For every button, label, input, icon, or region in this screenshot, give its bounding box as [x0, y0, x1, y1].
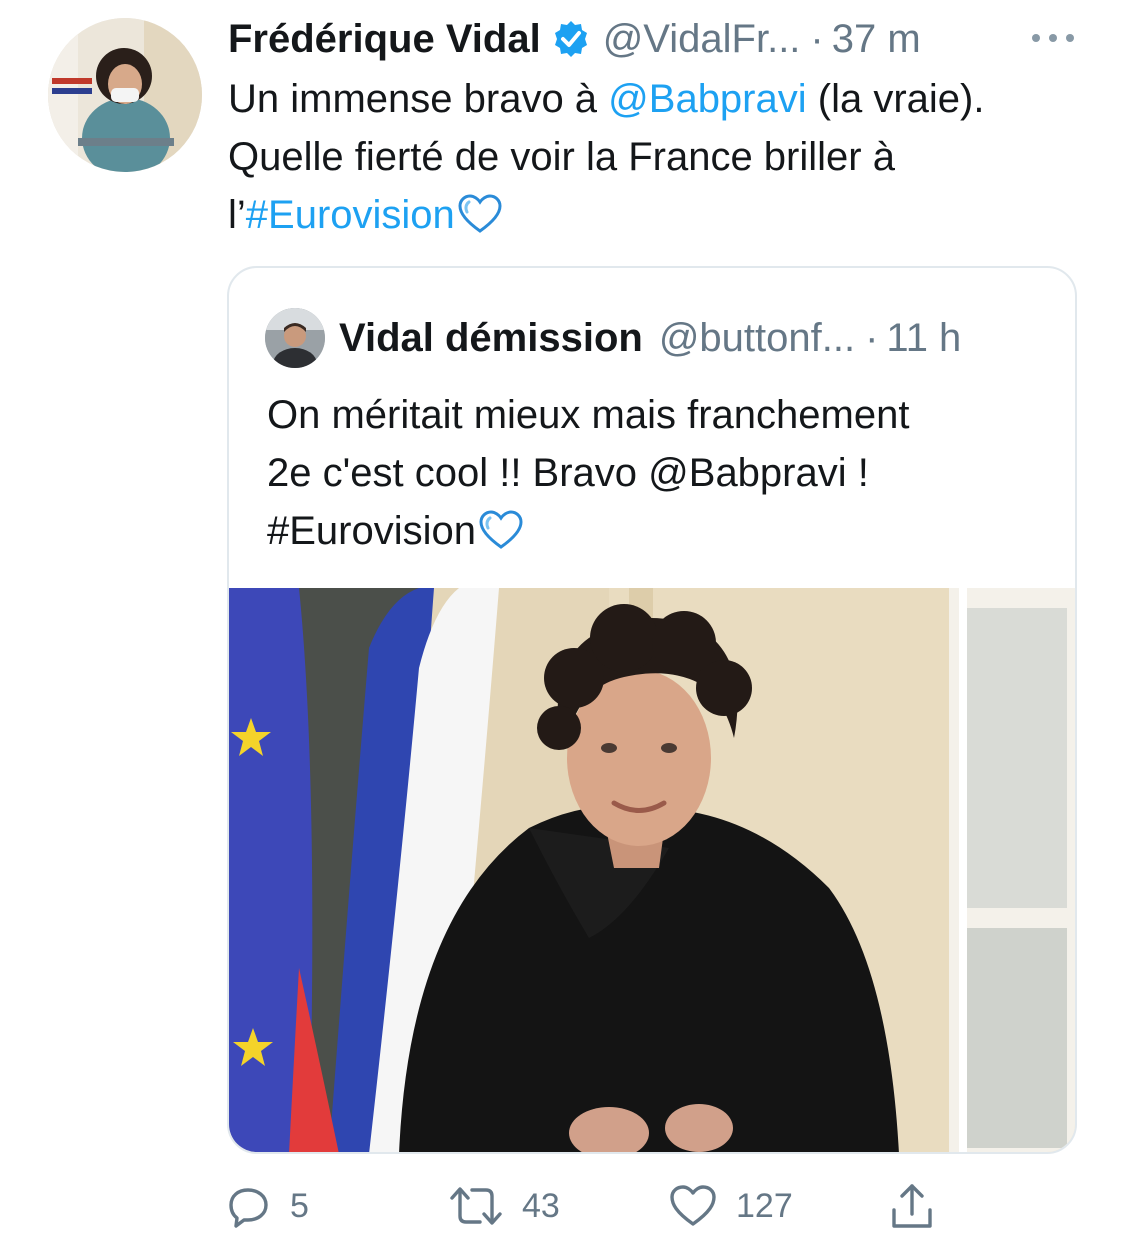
quoted-text-line: 2e c'est cool !! Bravo @Babpravi ! — [267, 451, 869, 495]
quoted-tweet-text: On méritait mieux mais franchement 2e c'… — [267, 386, 1047, 560]
quoted-tweet-card[interactable]: Vidal démission @buttonf... · 11 h On mé… — [227, 266, 1077, 1154]
tweet-timestamp[interactable]: 37 m — [832, 17, 921, 62]
author-avatar[interactable] — [48, 18, 202, 172]
like-count: 127 — [736, 1186, 793, 1225]
quoted-tweet-header: Vidal démission @buttonf... · 11 h — [265, 308, 961, 368]
quoted-author-name[interactable]: Vidal démission — [339, 316, 643, 361]
quoted-text-line: #Eurovision — [267, 502, 1047, 560]
author-name[interactable]: Frédérique Vidal — [228, 17, 541, 62]
tweet-action-bar: 5 43 127 — [0, 1176, 1125, 1236]
share-button[interactable] — [890, 1176, 934, 1236]
verified-badge-icon — [551, 19, 591, 59]
retweet-icon — [448, 1184, 504, 1228]
eurovision-heart-icon — [457, 192, 503, 233]
quoted-header-separator: · — [865, 315, 879, 360]
header-separator: · — [810, 16, 824, 61]
mention-link[interactable]: @Babpravi — [608, 77, 806, 121]
like-button[interactable]: 127 — [668, 1176, 793, 1236]
tweet-header: Frédérique Vidal @VidalFr... · 37 m — [228, 14, 921, 64]
retweet-button[interactable]: 43 — [448, 1176, 560, 1236]
tweet-text-part: Un immense bravo à — [228, 77, 609, 121]
quoted-tweet-timestamp: 11 h — [886, 315, 962, 360]
tweet-text: Un immense bravo à @Babpravi (la vraie).… — [228, 70, 1028, 244]
tweet[interactable]: Frédérique Vidal @VidalFr... · 37 m Un i… — [0, 0, 1125, 1257]
more-dots-icon[interactable] — [1028, 26, 1078, 50]
eurovision-heart-icon — [478, 508, 524, 549]
hashtag-link[interactable]: #Eurovision — [246, 193, 455, 237]
heart-icon — [668, 1184, 718, 1228]
quoted-author-avatar — [265, 308, 325, 368]
quoted-tweet-photo[interactable] — [229, 588, 1075, 1152]
share-icon — [890, 1182, 934, 1230]
author-handle[interactable]: @VidalFr... — [603, 17, 801, 62]
quoted-author-handle[interactable]: @buttonf... — [659, 316, 855, 361]
reply-icon — [228, 1184, 272, 1228]
quoted-text-line: On méritait mieux mais franchement — [267, 393, 910, 437]
retweet-count: 43 — [522, 1186, 560, 1225]
reply-count: 5 — [290, 1186, 309, 1225]
quoted-hashtag: #Eurovision — [267, 509, 477, 553]
reply-button[interactable]: 5 — [228, 1176, 309, 1236]
